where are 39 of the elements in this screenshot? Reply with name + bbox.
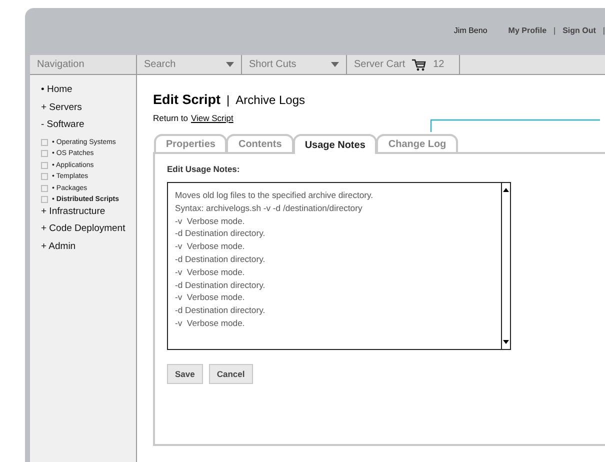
form-button[interactable]: Save [167,364,203,384]
page-subtitle: Archive Logs [236,93,306,107]
separator: | [226,93,230,107]
checkbox[interactable] [41,173,48,180]
checkbox[interactable] [41,184,48,192]
checkbox[interactable] [41,196,48,204]
header-link[interactable]: Sign Out [562,26,596,35]
sidebar-item[interactable]: + Infrastructure [41,206,136,223]
sidebar-item[interactable]: - Software [41,119,136,136]
sidebar-item[interactable]: + Servers [41,102,136,119]
usage-notes-field[interactable]: Moves old log files to the specified archive directory. Syntax: archivelogs.sh -v -d /destination/directory -v Verbose mode. -d Destination directory. -v Verbose mode. -d Destination directory. -v Verbose mode. -d Destination directory. -v Verbose mode. -d Destination directory. -v Verbose mode. [167,182,511,350]
sidebar-item[interactable]: + Code Deployment [41,223,136,240]
cart-count: 12 [433,59,444,70]
scroll-down-icon[interactable] [502,338,510,346]
tab[interactable]: Change Log [376,134,458,152]
user-name: Jim Beno [454,26,488,35]
scroll-up-icon[interactable] [502,186,510,194]
sidebar-item[interactable]: + Admin [41,240,136,258]
navigation-label: Navigation [37,59,84,70]
form-button[interactable]: Cancel [208,364,253,384]
checkbox[interactable] [41,162,48,169]
checkbox[interactable] [41,150,48,158]
view-script-link[interactable]: View Script [190,113,234,123]
caret-icon [226,62,234,67]
tab[interactable]: Usage Notes [292,134,378,154]
search-field[interactable]: Search [144,59,214,70]
caret-icon [331,62,339,67]
field-label: Edit Usage Notes: [167,164,241,174]
header-link[interactable]: My Profile [508,26,547,35]
separator: | [602,26,605,35]
page-title: Edit Script [153,92,221,107]
scrollbar[interactable] [501,183,510,349]
checkbox[interactable] [41,138,48,146]
cart-icon[interactable] [412,58,426,70]
separator: | [554,26,556,35]
tab[interactable]: Properties [154,134,228,152]
tab[interactable]: Contents [226,134,294,152]
return-text: Return to [153,113,188,123]
sidebar-item[interactable]: • Home [41,84,136,102]
